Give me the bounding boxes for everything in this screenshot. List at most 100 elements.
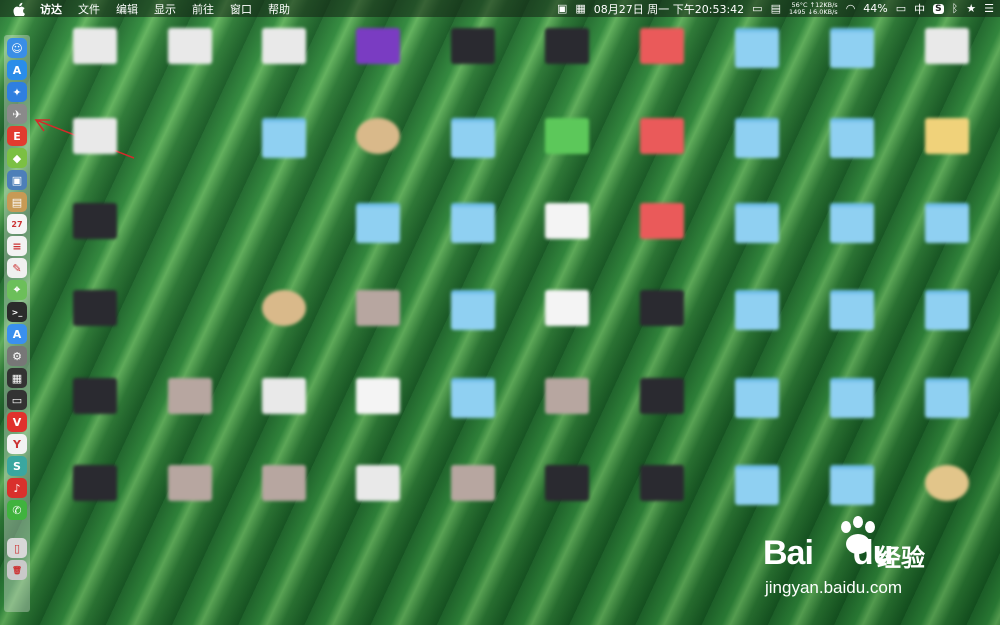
finder-icon[interactable]: ☺ (7, 38, 27, 58)
reminders-icon[interactable]: ≡ (7, 236, 27, 256)
android-icon[interactable]: ◆ (7, 148, 27, 168)
desktop-file-icon[interactable] (900, 290, 990, 362)
maps-icon[interactable]: ⌖ (7, 280, 27, 300)
menu-view[interactable]: 显示 (154, 1, 176, 17)
desktop-file-icon[interactable] (805, 290, 895, 362)
activity-monitor-icon[interactable]: ▦ (7, 368, 27, 388)
desktop-file-icon[interactable] (143, 378, 233, 450)
desktop-file-icon[interactable] (520, 203, 610, 275)
input-method[interactable]: 中 (914, 1, 925, 17)
battery-icon[interactable]: ▭ (896, 2, 906, 15)
desktop-file-icon[interactable] (48, 118, 138, 190)
file-thumbnail-icon (545, 465, 589, 501)
desktop-file-icon[interactable] (615, 465, 705, 537)
document-icon[interactable]: ▯ (7, 538, 27, 558)
notification-center-icon[interactable]: ☰ (984, 2, 994, 15)
desktop-file-icon[interactable] (710, 378, 800, 450)
desktop-file-icon[interactable] (237, 28, 327, 100)
desktop-file-icon[interactable] (615, 28, 705, 100)
desktop-file-icon[interactable] (615, 118, 705, 190)
wechat-icon[interactable]: ✆ (7, 500, 27, 520)
desktop-file-icon[interactable] (426, 28, 516, 100)
desktop-file-icon[interactable] (520, 118, 610, 190)
desktop-file-icon[interactable] (426, 118, 516, 190)
desktop-file-icon[interactable] (426, 465, 516, 537)
desktop-file-icon[interactable] (520, 290, 610, 362)
airplay-icon[interactable]: ▭ (752, 2, 762, 15)
desktop-file-icon[interactable] (520, 378, 610, 450)
desktop-file-icon[interactable] (331, 290, 421, 362)
calendar-icon[interactable]: 27 (7, 214, 27, 234)
netease-music-icon[interactable]: ♪ (7, 478, 27, 498)
appstore2-icon[interactable]: A (7, 324, 27, 344)
desktop-file-icon[interactable] (900, 118, 990, 190)
app-teal-icon[interactable]: S (7, 456, 27, 476)
menu-window[interactable]: 窗口 (230, 1, 252, 17)
desktop-file-icon[interactable] (143, 28, 233, 100)
menu-file[interactable]: 文件 (78, 1, 100, 17)
launchpad-icon[interactable]: ✈ (7, 104, 27, 124)
menu-help[interactable]: 帮助 (268, 1, 290, 17)
menu-edit[interactable]: 编辑 (116, 1, 138, 17)
wifi-icon[interactable]: ◠ (846, 2, 856, 15)
desktop-file-icon[interactable] (426, 203, 516, 275)
desktop-file-icon[interactable] (426, 290, 516, 362)
app-red-icon[interactable]: E (7, 126, 27, 146)
desktop-file-icon[interactable] (237, 118, 327, 190)
terminal-icon[interactable]: >_ (7, 302, 27, 322)
desktop-file-icon[interactable] (331, 465, 421, 537)
desktop-file-icon[interactable] (237, 290, 327, 362)
yandex-icon[interactable]: Y (7, 434, 27, 454)
system-preferences-icon[interactable]: ⚙ (7, 346, 27, 366)
desktop-file-icon[interactable] (426, 378, 516, 450)
desktop-file-icon[interactable] (520, 28, 610, 100)
desktop-file-icon[interactable] (900, 203, 990, 275)
desktop-file-icon[interactable] (331, 378, 421, 450)
screen-icon[interactable]: ▤ (771, 2, 781, 15)
desktop-file-icon[interactable] (237, 378, 327, 450)
desktop-file-icon[interactable] (710, 290, 800, 362)
desktop-file-icon[interactable] (331, 28, 421, 100)
textedit-icon[interactable]: ✎ (7, 258, 27, 278)
apple-menu-icon[interactable] (12, 2, 26, 16)
appstore-icon[interactable]: A (7, 60, 27, 80)
desktop-file-icon[interactable] (520, 465, 610, 537)
system-stats[interactable]: 56°C ↑12KB/s 1495 ↓6.0KB/s (789, 1, 838, 16)
desktop-file-icon[interactable] (48, 203, 138, 275)
preview-icon[interactable]: ▣ (7, 170, 27, 190)
desktop-file-icon[interactable] (710, 118, 800, 190)
calendar-status-icon[interactable]: ▦ (575, 2, 585, 15)
desktop-file-icon[interactable] (805, 118, 895, 190)
console-icon[interactable]: ▭ (7, 390, 27, 410)
desktop-file-icon[interactable] (805, 28, 895, 100)
desktop-file-icon[interactable] (48, 378, 138, 450)
desktop-file-icon[interactable] (900, 378, 990, 450)
desktop-file-icon[interactable] (710, 28, 800, 100)
battery-percent[interactable]: 44% (863, 2, 887, 15)
desktop-file-icon[interactable] (615, 203, 705, 275)
desktop-file-icon[interactable] (48, 290, 138, 362)
menu-go[interactable]: 前往 (192, 1, 214, 17)
safari-icon[interactable]: ✦ (7, 82, 27, 102)
desktop-file-icon[interactable] (237, 465, 327, 537)
desktop-file-icon[interactable] (48, 465, 138, 537)
trash-icon[interactable]: 🗑 (7, 560, 27, 580)
sogou-icon[interactable]: S (933, 3, 944, 14)
desktop-file-icon[interactable] (48, 28, 138, 100)
desktop-file-icon[interactable] (615, 378, 705, 450)
notes-icon[interactable]: ▤ (7, 192, 27, 212)
desktop-file-icon[interactable] (805, 203, 895, 275)
clock[interactable]: 08月27日 周一 下午20:53:42 (594, 1, 744, 17)
vivaldi-icon[interactable]: V (7, 412, 27, 432)
desktop-file-icon[interactable] (143, 465, 233, 537)
menu-finder[interactable]: 访达 (40, 1, 62, 17)
desktop-file-icon[interactable] (805, 378, 895, 450)
star-icon[interactable]: ★ (966, 2, 976, 15)
desktop-file-icon[interactable] (900, 28, 990, 100)
desktop-file-icon[interactable] (331, 203, 421, 275)
bluetooth-icon[interactable]: ᛒ (952, 2, 959, 15)
display-icon[interactable]: ▣ (557, 2, 567, 15)
desktop-file-icon[interactable] (710, 203, 800, 275)
desktop-file-icon[interactable] (615, 290, 705, 362)
desktop-file-icon[interactable] (331, 118, 421, 190)
